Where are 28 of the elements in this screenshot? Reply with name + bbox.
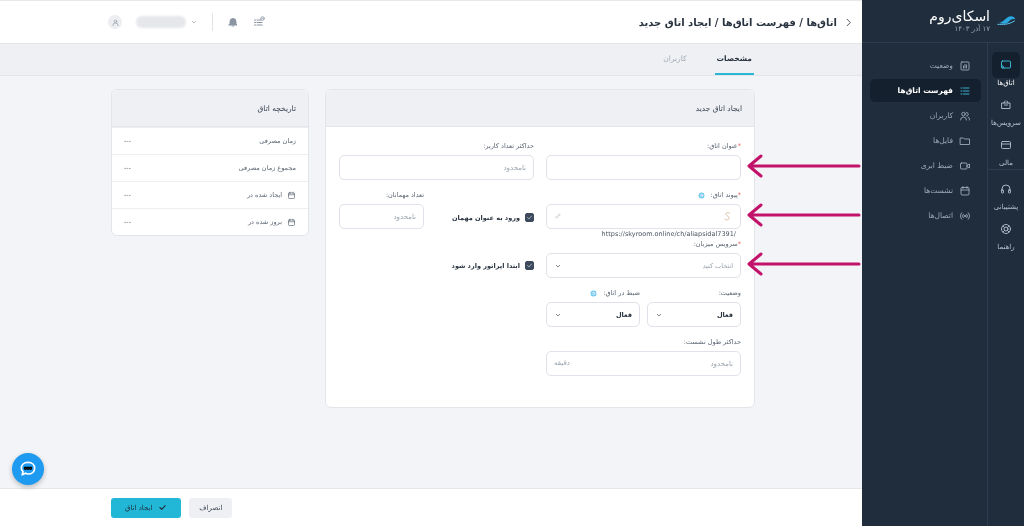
cast-icon <box>1000 59 1012 71</box>
headset-icon <box>1000 183 1012 195</box>
signal-icon <box>959 209 971 222</box>
box-icon <box>1000 99 1012 111</box>
check-icon <box>526 262 533 269</box>
folder-icon <box>959 134 971 147</box>
input-field[interactable] <box>546 155 741 180</box>
chat-button[interactable] <box>12 453 44 485</box>
calendar-icon <box>959 184 971 197</box>
bell-icon <box>227 16 239 28</box>
blurred-name <box>136 16 186 28</box>
checkbox[interactable] <box>525 213 534 222</box>
link-icon <box>554 212 562 220</box>
task-list-icon <box>253 16 265 28</box>
lifebuoy-icon <box>1000 223 1012 235</box>
check-icon <box>526 214 533 221</box>
checkbox[interactable] <box>525 261 534 270</box>
users-icon <box>959 109 971 122</box>
link-field[interactable] <box>546 204 741 229</box>
caret-icon <box>190 18 198 26</box>
card-icon <box>1000 139 1012 151</box>
chat-bubble-icon <box>18 459 38 479</box>
chart-icon <box>959 59 971 72</box>
video-camera-icon <box>959 159 971 172</box>
check-icon <box>158 503 168 512</box>
breadcrumb: اتاق‌ها / فهرست اتاق‌ها / ایجاد اتاق جدید <box>638 16 837 28</box>
logo-text: اسکای‌روم <box>929 8 990 25</box>
list-icon <box>959 84 971 97</box>
